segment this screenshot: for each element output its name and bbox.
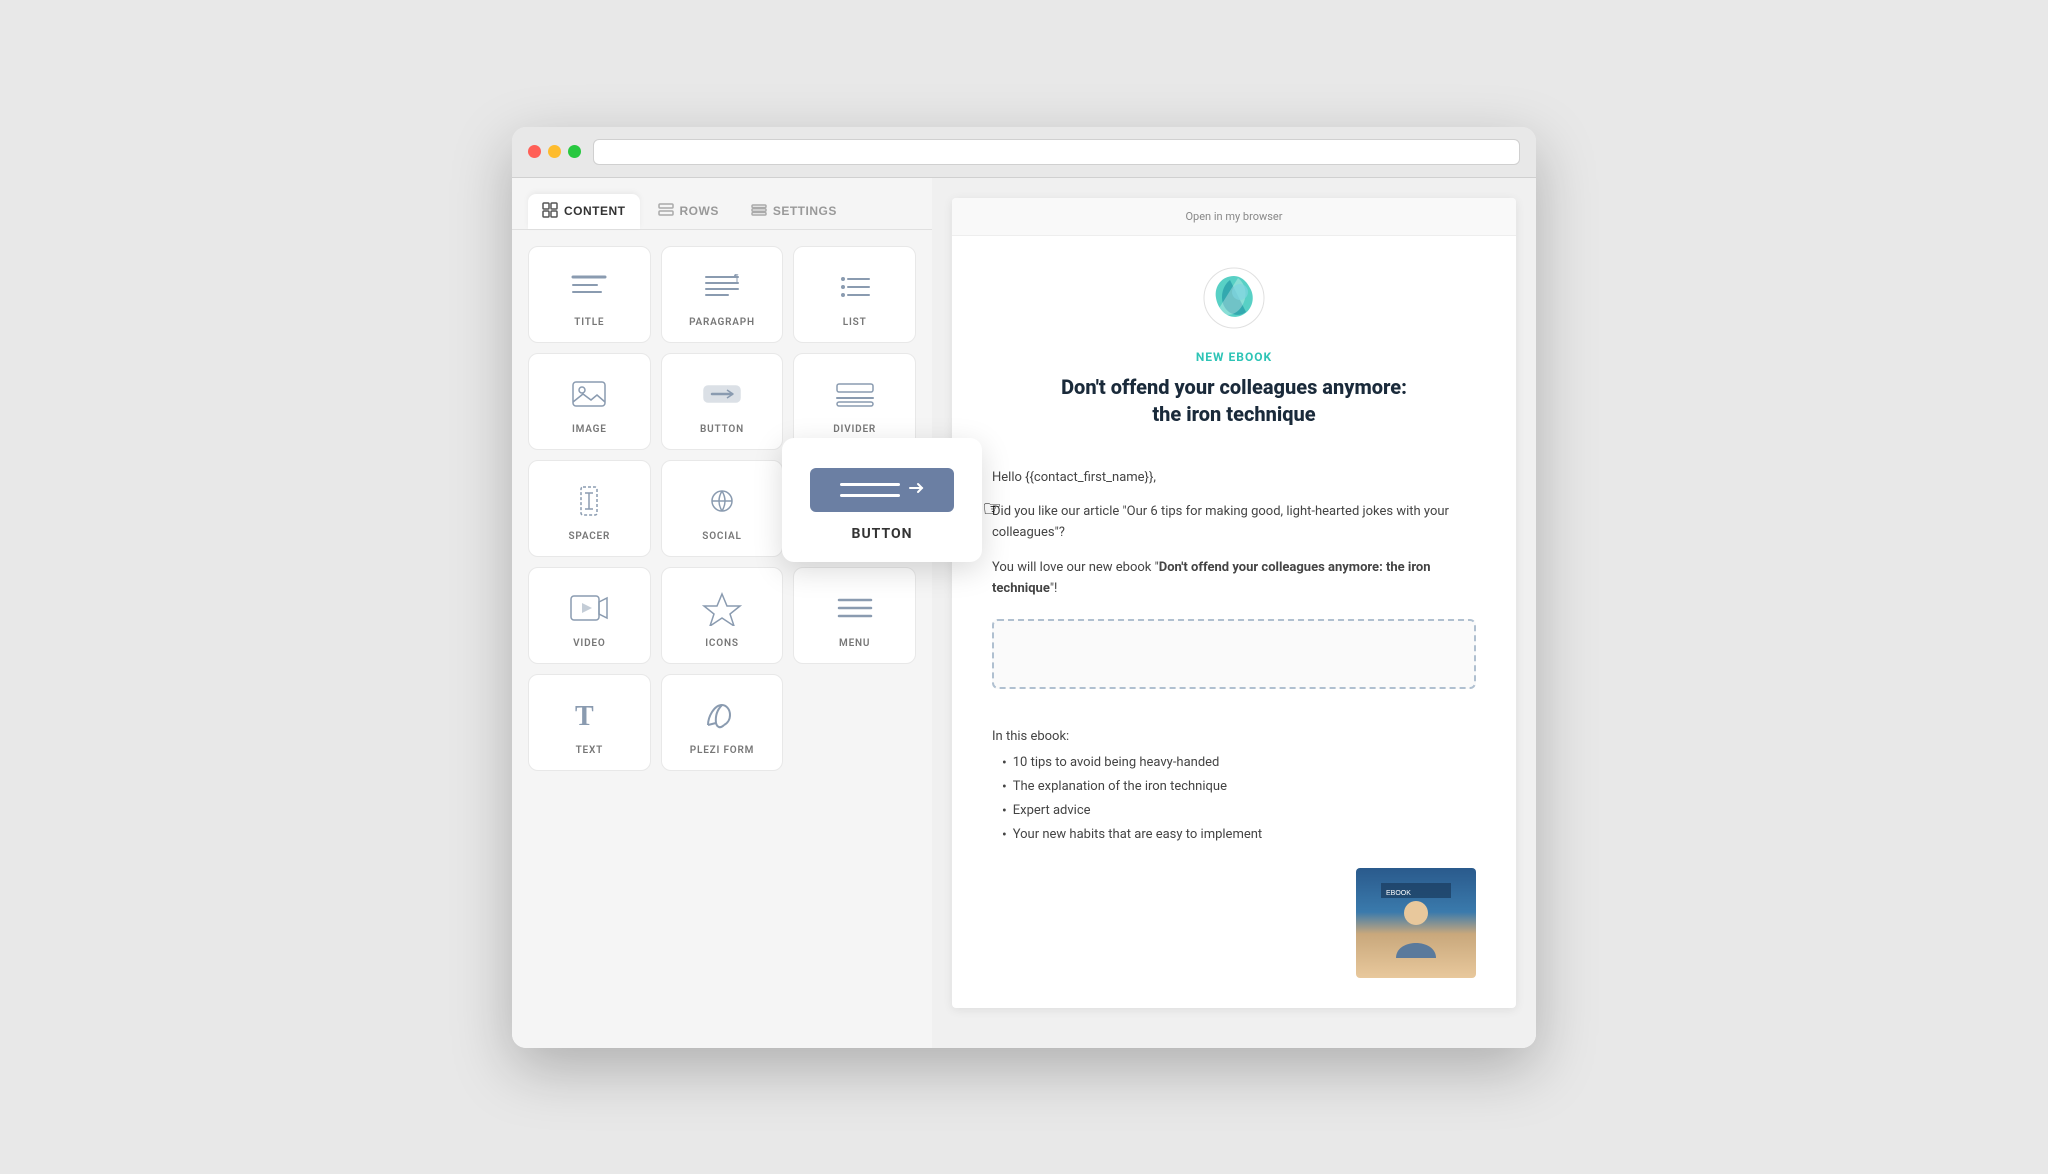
tab-rows-label: ROWS	[680, 204, 719, 218]
browser-url-bar[interactable]	[593, 139, 1520, 165]
image-icon	[564, 374, 614, 414]
menu-icon	[830, 588, 880, 628]
video-icon	[564, 588, 614, 628]
email-card: Open in my browser	[952, 198, 1516, 1008]
email-greeting: Hello {{contact_first_name}},	[992, 468, 1476, 489]
cursor-hand-icon: ☞	[982, 497, 1002, 522]
email-logo	[1202, 266, 1266, 330]
content-item-list[interactable]: LIST	[793, 246, 916, 343]
email-header: NEW EBOOK Don't offend your colleagues a…	[952, 236, 1516, 448]
drag-preview-label: BUTTON	[852, 526, 913, 542]
tab-content-label: CONTENT	[564, 204, 626, 218]
svg-text:EBOOK: EBOOK	[1386, 890, 1411, 897]
spacer-icon	[564, 481, 614, 521]
list-item-2: The explanation of the iron technique	[1002, 776, 1476, 800]
icons-label: ICONS	[705, 638, 739, 649]
social-icon	[697, 481, 747, 521]
list-item-4: Your new habits that are easy to impleme…	[1002, 824, 1476, 848]
list-icon	[830, 267, 880, 307]
list-item-3: Expert advice	[1002, 800, 1476, 824]
sidebar-content: TITLE ¶ PARAGR	[512, 230, 932, 1048]
content-item-image[interactable]: IMAGE	[528, 353, 651, 450]
traffic-light-green[interactable]	[568, 145, 581, 158]
paragraph-icon: ¶	[697, 267, 747, 307]
app-container: CONTENT ROWS	[512, 178, 1536, 1048]
divider-label: DIVIDER	[833, 424, 876, 435]
svg-text:¶: ¶	[734, 273, 739, 284]
button-icon	[697, 374, 747, 414]
content-item-menu[interactable]: MENU	[793, 567, 916, 664]
traffic-light-yellow[interactable]	[548, 145, 561, 158]
drag-preview: BUTTON ☞	[782, 438, 982, 562]
social-label: SOCIAL	[702, 531, 741, 542]
button-label: BUTTON	[700, 424, 744, 435]
browser-window: CONTENT ROWS	[512, 127, 1536, 1048]
title-label: TITLE	[574, 317, 604, 328]
browser-titlebar	[512, 127, 1536, 178]
content-item-plezi-form[interactable]: PLEZI FORM	[661, 674, 784, 771]
traffic-light-red[interactable]	[528, 145, 541, 158]
grid-icon	[542, 202, 558, 221]
button-line-2	[840, 494, 900, 497]
email-book-preview: EBOOK	[1356, 868, 1476, 978]
paragraph-label: PARAGRAPH	[689, 317, 755, 328]
video-label: VIDEO	[573, 638, 605, 649]
title-icon	[564, 267, 614, 307]
content-item-paragraph[interactable]: ¶ PARAGRAPH	[661, 246, 784, 343]
main-content: Open in my browser	[932, 178, 1536, 1048]
settings-icon	[751, 202, 767, 221]
content-item-divider[interactable]: DIVIDER	[793, 353, 916, 450]
spacer-label: SPACER	[568, 531, 610, 542]
email-paragraph2: You will love our new ebook "Don't offen…	[992, 558, 1476, 600]
content-item-button[interactable]: BUTTON	[661, 353, 784, 450]
rows-icon	[658, 202, 674, 221]
content-item-title[interactable]: TITLE	[528, 246, 651, 343]
email-badge: NEW EBOOK	[992, 350, 1476, 364]
icons-icon	[697, 588, 747, 628]
sidebar: CONTENT ROWS	[512, 178, 932, 1048]
button-line-1	[840, 483, 900, 486]
tab-content[interactable]: CONTENT	[528, 194, 640, 229]
plezi-form-label: PLEZI FORM	[690, 745, 754, 756]
content-item-icons[interactable]: ICONS	[661, 567, 784, 664]
list-item-1: 10 tips to avoid being heavy-handed	[1002, 752, 1476, 776]
list-label: In this ebook:	[992, 729, 1476, 744]
tab-settings-label: SETTINGS	[773, 204, 837, 218]
email-browser-link[interactable]: Open in my browser	[952, 198, 1516, 236]
email-paragraph1: Did you like our article "Our 6 tips for…	[992, 502, 1476, 544]
image-label: IMAGE	[572, 424, 607, 435]
email-list-section: In this ebook: 10 tips to avoid being he…	[952, 729, 1516, 867]
divider-icon	[830, 374, 880, 414]
content-item-text[interactable]: T TEXT	[528, 674, 651, 771]
content-item-video[interactable]: VIDEO	[528, 567, 651, 664]
sidebar-tabs: CONTENT ROWS	[512, 178, 932, 230]
text-icon: T	[564, 695, 614, 735]
tab-rows[interactable]: ROWS	[644, 194, 733, 229]
email-preview: Open in my browser	[932, 178, 1536, 1048]
email-title: Don't offend your colleagues anymore:the…	[992, 374, 1476, 428]
list-label: LIST	[843, 317, 867, 328]
svg-text:T: T	[575, 701, 594, 732]
content-item-spacer[interactable]: SPACER	[528, 460, 651, 557]
content-item-social[interactable]: SOCIAL	[661, 460, 784, 557]
email-bottom: EBOOK	[952, 868, 1516, 1008]
menu-label: MENU	[839, 638, 870, 649]
tab-settings[interactable]: SETTINGS	[737, 194, 851, 229]
traffic-lights	[528, 145, 581, 158]
text-label: TEXT	[576, 745, 603, 756]
drag-preview-button	[810, 468, 954, 512]
email-drop-zone[interactable]	[992, 619, 1476, 689]
plezi-form-icon	[697, 695, 747, 735]
email-list: 10 tips to avoid being heavy-handed The …	[1002, 752, 1476, 847]
email-body: Hello {{contact_first_name}}, Did you li…	[952, 448, 1516, 730]
